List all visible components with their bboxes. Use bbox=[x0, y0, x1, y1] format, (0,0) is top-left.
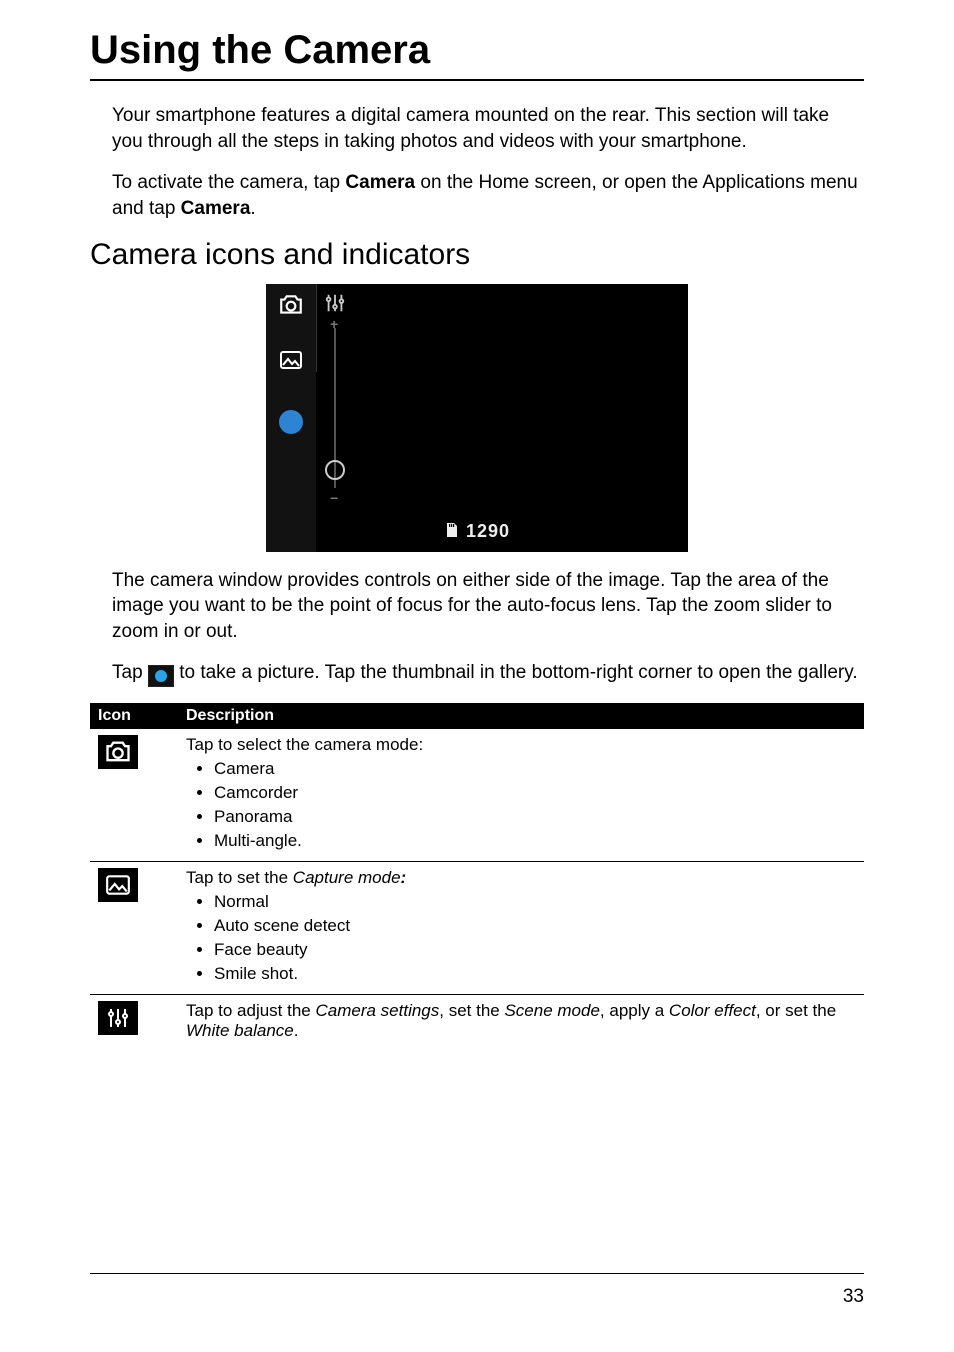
storage-row: 1290 bbox=[266, 521, 688, 542]
title-rule bbox=[90, 79, 864, 81]
italic-white-balance: White balance bbox=[186, 1021, 294, 1040]
bold-camera-1: Camera bbox=[345, 172, 415, 193]
bold-colon: : bbox=[401, 868, 407, 887]
after-figure-paragraph-1: The camera window provides controls on e… bbox=[112, 568, 864, 645]
th-description: Description bbox=[178, 703, 864, 729]
row1-lead: Tap to select the camera mode: bbox=[186, 735, 856, 755]
camera-icon bbox=[98, 735, 138, 769]
zoom-slider-handle[interactable] bbox=[325, 460, 345, 480]
camera-mode-icon[interactable] bbox=[278, 294, 304, 316]
zoom-minus-label: − bbox=[330, 490, 338, 506]
list-item: Smile shot. bbox=[214, 964, 856, 984]
text: Tap bbox=[112, 662, 148, 683]
page-number: 33 bbox=[843, 1286, 864, 1308]
intro-paragraph-1: Your smartphone features a digital camer… bbox=[112, 103, 864, 154]
shutter-inline-icon bbox=[148, 665, 174, 687]
row3-lead: Tap to adjust the Camera settings, set t… bbox=[178, 995, 864, 1048]
text: . bbox=[250, 198, 255, 219]
shutter-button-icon[interactable] bbox=[279, 410, 303, 434]
text: Tap to set the bbox=[186, 868, 293, 887]
list-item: Camcorder bbox=[214, 783, 856, 803]
list-item: Panorama bbox=[214, 807, 856, 827]
text: to take a picture. Tap the thumbnail in … bbox=[174, 662, 858, 683]
row2-lead: Tap to set the Capture mode: bbox=[186, 868, 856, 888]
italic-color-effect: Color effect bbox=[669, 1001, 756, 1020]
text: , apply a bbox=[600, 1001, 669, 1020]
th-icon: Icon bbox=[90, 703, 178, 729]
page-title: Using the Camera bbox=[90, 28, 864, 73]
table-row: Tap to set the Capture mode: Normal Auto… bbox=[90, 862, 864, 995]
list-item: Camera bbox=[214, 759, 856, 779]
list-item: Face beauty bbox=[214, 940, 856, 960]
text: To activate the camera, tap bbox=[112, 172, 345, 193]
capture-mode-icon[interactable] bbox=[279, 350, 303, 370]
camera-sidebar bbox=[266, 284, 316, 552]
text: Tap to adjust the bbox=[186, 1001, 315, 1020]
sd-card-icon bbox=[444, 521, 466, 541]
text: , set the bbox=[439, 1001, 504, 1020]
settings-sliders-icon[interactable] bbox=[324, 292, 346, 314]
table-row: Tap to select the camera mode: Camera Ca… bbox=[90, 729, 864, 862]
text: . bbox=[294, 1021, 299, 1040]
row2-bullets: Normal Auto scene detect Face beauty Smi… bbox=[186, 892, 856, 984]
sidebar-divider bbox=[316, 284, 317, 372]
italic-scene-mode: Scene mode bbox=[504, 1001, 599, 1020]
sliders-icon bbox=[98, 1001, 138, 1035]
camera-viewport: + − 1290 bbox=[266, 284, 688, 552]
section-heading: Camera icons and indicators bbox=[90, 238, 864, 272]
camera-ui-figure: + − 1290 bbox=[90, 284, 864, 552]
table-row: Tap to adjust the Camera settings, set t… bbox=[90, 995, 864, 1048]
after-figure-paragraph-2: Tap to take a picture. Tap the thumbnail… bbox=[112, 660, 864, 687]
intro-paragraph-2: To activate the camera, tap Camera on th… bbox=[112, 170, 864, 221]
list-item: Auto scene detect bbox=[214, 916, 856, 936]
list-item: Multi-angle. bbox=[214, 831, 856, 851]
row1-bullets: Camera Camcorder Panorama Multi-angle. bbox=[186, 759, 856, 851]
italic-camera-settings: Camera settings bbox=[315, 1001, 439, 1020]
icon-description-table: Icon Description Tap to select the camer… bbox=[90, 703, 864, 1047]
footer-rule bbox=[90, 1273, 864, 1274]
picture-icon bbox=[98, 868, 138, 902]
bold-camera-2: Camera bbox=[181, 198, 251, 219]
storage-count: 1290 bbox=[466, 521, 510, 541]
text: , or set the bbox=[756, 1001, 836, 1020]
italic-capture-mode: Capture mode bbox=[293, 868, 401, 887]
list-item: Normal bbox=[214, 892, 856, 912]
